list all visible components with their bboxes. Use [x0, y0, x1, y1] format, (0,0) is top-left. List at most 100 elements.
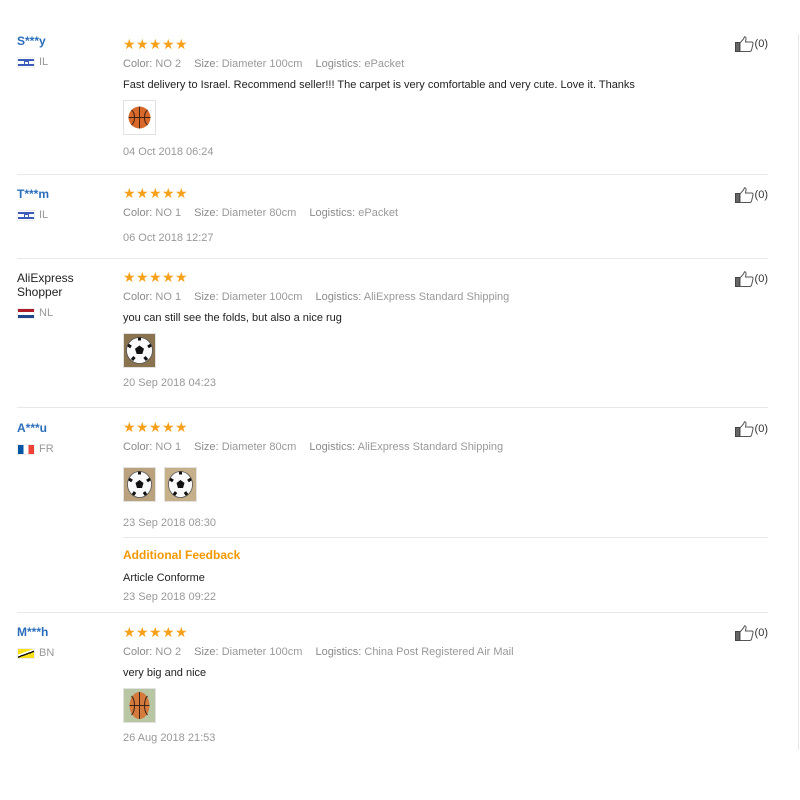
- basketball-rug-photo[interactable]: [123, 100, 156, 135]
- star-rating: ★ ★ ★ ★ ★: [123, 37, 768, 51]
- star-icon: ★: [123, 269, 136, 285]
- soccer-rug-photo[interactable]: [164, 467, 197, 502]
- review-date: 06 Oct 2018 12:27: [123, 232, 214, 244]
- basketball-rug-photo[interactable]: [123, 688, 156, 723]
- star-icon: ★: [149, 269, 162, 285]
- review-photos: [123, 333, 768, 368]
- helpful-count: (0): [754, 273, 768, 285]
- review-body: ★ ★ ★ ★ ★ Color: NO 1 Size: Diameter 80cm Lo…: [123, 186, 768, 245]
- order-details: Color: NO 1 Size: Diameter 80cm Logistic…: [123, 441, 768, 454]
- review-body: ★ ★ ★ ★ ★ Color: NO 2 Size: Diameter 100cm L…: [123, 625, 768, 745]
- star-icon: ★: [162, 269, 175, 285]
- color-value: NO 2: [155, 58, 182, 70]
- country-code: IL: [39, 56, 49, 68]
- review-text: very big and nice: [123, 667, 207, 679]
- review-date: 20 Sep 2018 04:23: [123, 377, 216, 389]
- reviewer-info: AliExpress Shopper NL: [17, 271, 121, 319]
- review-date: 26 Aug 2018 21:53: [123, 732, 216, 744]
- helpful-count: (0): [754, 423, 768, 435]
- soccer-rug-photo[interactable]: [123, 333, 156, 368]
- color-value: NO 1: [155, 291, 182, 303]
- star-icon: ★: [175, 269, 188, 285]
- size-label: Size:: [194, 441, 219, 453]
- star-icon: ★: [162, 624, 175, 640]
- color-label: Color:: [123, 58, 153, 70]
- logistics-value: AliExpress Standard Shipping: [357, 441, 504, 453]
- star-icon: ★: [175, 624, 188, 640]
- country-code: IL: [39, 209, 49, 221]
- thumbs-up-icon: [734, 36, 754, 52]
- star-rating: ★ ★ ★ ★ ★: [123, 625, 768, 639]
- review-date: 23 Sep 2018 08:30: [123, 517, 216, 529]
- logistics-label: Logistics:: [315, 58, 362, 70]
- star-icon: ★: [175, 36, 188, 52]
- order-details: Color: NO 2 Size: Diameter 100cm Logisti…: [123, 646, 768, 659]
- logistics-label: Logistics:: [315, 646, 362, 658]
- review-item: A***u FR ★ ★ ★ ★ ★ Color: NO 1 Size: Diamete…: [17, 408, 768, 613]
- star-icon: ★: [149, 36, 162, 52]
- star-rating: ★ ★ ★ ★ ★: [123, 420, 768, 434]
- helpful-button[interactable]: (0): [734, 187, 768, 203]
- reviewer-info: M***h BN: [17, 625, 121, 659]
- order-details: Color: NO 2 Size: Diameter 100cm Logisti…: [123, 58, 768, 71]
- size-label: Size:: [194, 646, 219, 658]
- reviewer-info: S***y IL: [17, 34, 121, 68]
- size-value: Diameter 100cm: [221, 58, 303, 70]
- order-details: Color: NO 1 Size: Diameter 100cm Logisti…: [123, 291, 768, 304]
- review-photos: [123, 467, 768, 502]
- logistics-value: ePacket: [358, 207, 398, 219]
- review-text: Fast delivery to Israel. Recommend selle…: [123, 79, 635, 91]
- reviewer-name[interactable]: AliExpress Shopper: [17, 271, 121, 299]
- israel-flag-icon: [17, 56, 35, 68]
- helpful-count: (0): [754, 189, 768, 201]
- star-icon: ★: [123, 624, 136, 640]
- soccer-rug-photo[interactable]: [123, 467, 156, 502]
- size-value: Diameter 80cm: [221, 441, 297, 453]
- size-value: Diameter 80cm: [221, 207, 297, 219]
- helpful-button[interactable]: (0): [734, 36, 768, 52]
- review-body: ★ ★ ★ ★ ★ Color: NO 1 Size: Diameter 80cm Lo…: [123, 420, 768, 530]
- reviewer-country: FR: [17, 443, 121, 455]
- logistics-label: Logistics:: [309, 207, 356, 219]
- country-code: FR: [39, 443, 54, 455]
- review-body: ★ ★ ★ ★ ★ Color: NO 2 Size: Diameter 100cm L…: [123, 37, 768, 159]
- reviewer-country: IL: [17, 209, 121, 221]
- israel-flag-icon: [17, 209, 35, 221]
- logistics-label: Logistics:: [315, 291, 362, 303]
- reviewer-info: T***m IL: [17, 187, 121, 221]
- size-label: Size:: [194, 58, 219, 70]
- reviewer-name[interactable]: M***h: [17, 625, 121, 639]
- star-icon: ★: [175, 419, 188, 435]
- logistics-value: China Post Registered Air Mail: [364, 646, 514, 658]
- star-icon: ★: [162, 185, 175, 201]
- size-label: Size:: [194, 291, 219, 303]
- helpful-count: (0): [754, 38, 768, 50]
- page-edge-divider: [798, 34, 799, 750]
- review-photos: [123, 100, 768, 135]
- helpful-button[interactable]: (0): [734, 421, 768, 437]
- thumbs-up-icon: [734, 421, 754, 437]
- color-label: Color:: [123, 207, 153, 219]
- helpful-button[interactable]: (0): [734, 625, 768, 641]
- france-flag-icon: [17, 443, 35, 455]
- color-value: NO 1: [155, 441, 182, 453]
- star-icon: ★: [149, 419, 162, 435]
- helpful-button[interactable]: (0): [734, 271, 768, 287]
- review-item: S***y IL ★ ★ ★ ★ ★ Color: NO 2 Size: Diamete…: [17, 34, 768, 175]
- reviewer-name[interactable]: T***m: [17, 187, 121, 201]
- star-rating: ★ ★ ★ ★ ★: [123, 270, 768, 284]
- country-code: NL: [39, 307, 54, 319]
- reviewer-name[interactable]: S***y: [17, 34, 121, 48]
- star-icon: ★: [123, 419, 136, 435]
- star-icon: ★: [136, 185, 149, 201]
- helpful-count: (0): [754, 627, 768, 639]
- additional-feedback: Additional Feedback Article Conforme 23 …: [123, 537, 768, 613]
- star-icon: ★: [162, 419, 175, 435]
- country-code: BN: [39, 647, 55, 659]
- star-rating: ★ ★ ★ ★ ★: [123, 186, 768, 200]
- order-details: Color: NO 1 Size: Diameter 80cm Logistic…: [123, 207, 768, 220]
- review-body: ★ ★ ★ ★ ★ Color: NO 1 Size: Diameter 100cm L…: [123, 270, 768, 390]
- star-icon: ★: [136, 36, 149, 52]
- review-item: AliExpress Shopper NL ★ ★ ★ ★ ★ Color: NO 1 …: [17, 259, 768, 408]
- reviewer-name[interactable]: A***u: [17, 421, 121, 435]
